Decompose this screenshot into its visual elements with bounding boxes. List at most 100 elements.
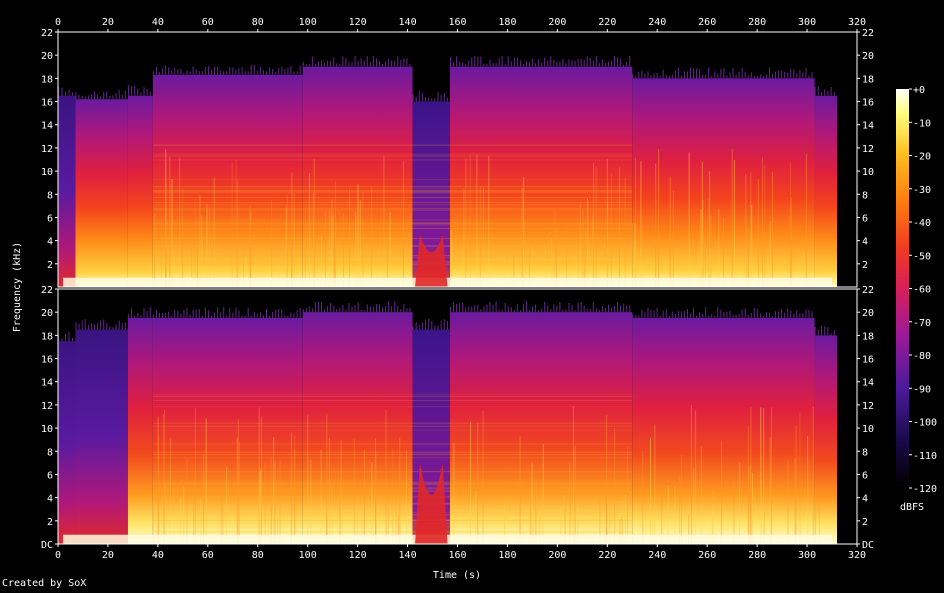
spectrum-edge-spike: [443, 319, 445, 330]
spectrum-edge-spike: [486, 304, 488, 313]
spectrum-edge-spike: [97, 323, 99, 330]
spectrogram-panel-bottom: [57, 288, 858, 545]
x-tick-label-top: 0: [55, 17, 61, 28]
spectrum-edge-spike: [556, 61, 558, 67]
spectrum-edge-spike: [415, 321, 417, 330]
spectrum-edge-spike: [471, 57, 473, 67]
spectrum-edge-spike: [796, 73, 798, 79]
spectrum-edge-spike: [195, 69, 197, 75]
spectrum-edge-spike: [650, 75, 652, 79]
spectrum-edge-spike: [204, 307, 206, 318]
spectrum-streak: [807, 435, 809, 544]
spectrum-edge-spike: [403, 304, 405, 313]
spectrum-harmonic: [152, 522, 633, 524]
spectrum-edge-spike: [400, 309, 402, 313]
spectrum-edge-spike: [440, 95, 442, 102]
spectrum-edge-spike: [632, 74, 634, 79]
spectrum-edge-spike: [686, 71, 688, 79]
spectrum-edge-spike: [339, 64, 341, 67]
spectrum-edge-spike: [674, 313, 676, 318]
spectrum-edge-spike: [635, 315, 637, 318]
spectrum-edge-spike: [302, 61, 304, 67]
spectrum-edge-spike: [382, 307, 384, 313]
spectrum-edge-spike: [808, 75, 810, 79]
x-tick-label-bottom: 200: [548, 550, 566, 561]
x-tick-label-bottom: 120: [349, 550, 367, 561]
spectrum-edge-spike: [571, 60, 573, 67]
spectrum-streak: [690, 405, 692, 544]
spectrum-edge-spike: [617, 56, 619, 67]
spectrum-harmonic: [152, 443, 633, 445]
spectrum-edge-spike: [501, 309, 503, 313]
spectrum-edge-spike: [174, 310, 176, 318]
spectrum-edge-spike: [708, 315, 710, 318]
spectrum-harmonic: [152, 531, 633, 533]
spectrum-edge-spike: [504, 302, 506, 313]
spectrum-edge-spike: [483, 63, 485, 67]
y-tick-label-right: 10: [862, 424, 874, 435]
spectrum-streak: [731, 148, 733, 287]
spectrum-edge-spike: [775, 71, 777, 79]
spectrum-streak: [237, 179, 239, 287]
spectrum-harmonic: [152, 190, 633, 192]
spectrum-edge-spike: [686, 309, 688, 318]
x-tick-label-bottom: 160: [448, 550, 466, 561]
spectrum-streak: [700, 208, 702, 287]
spectrum-edge-spike: [668, 315, 670, 318]
spectrum-streak: [769, 220, 771, 287]
colorbar-tick-label: -10: [913, 118, 931, 129]
spectrum-streak: [340, 440, 342, 544]
spectrum-streak: [469, 153, 471, 287]
x-tick-label-bottom: 280: [748, 550, 766, 561]
x-tick-label-top: 200: [548, 17, 566, 28]
y-tick-label-right: 18: [862, 331, 874, 342]
spectrum-edge-spike: [833, 329, 835, 336]
spectrum-edge-spike: [256, 313, 258, 318]
spectrum-harmonic: [152, 192, 633, 194]
x-tick-label-bottom: 80: [252, 550, 264, 561]
spectrum-edge-spike: [456, 303, 458, 313]
spectrum-edge-spike: [827, 327, 829, 336]
spectrum-edge-spike: [638, 71, 640, 79]
spectrum-edge-spike: [820, 92, 822, 96]
spectrum-edge-spike: [708, 67, 710, 79]
spectrum-edge-spike: [738, 313, 740, 318]
spectrum-streak: [631, 223, 633, 287]
spectrum-edge-spike: [762, 76, 764, 79]
colorbar-tick-label: -80: [913, 351, 931, 362]
y-tick-label-left: 18: [41, 331, 53, 342]
colorbar-tick-label: -110: [913, 451, 937, 462]
spectrum-edge-spike: [528, 309, 530, 313]
x-tick-label-top: 260: [698, 17, 716, 28]
spectrum-edge-spike: [808, 310, 810, 318]
spectrum-edge-spike: [507, 56, 509, 67]
spectrum-streak: [586, 198, 588, 287]
spectrum-edge-spike: [198, 70, 200, 75]
spectrum-edge-spike: [137, 312, 139, 318]
spectrum-edge-spike: [677, 67, 679, 79]
y-tick-label-left: DC: [41, 540, 53, 551]
spectrum-edge-spike: [171, 70, 173, 75]
y-tick-label-left: 8: [47, 190, 53, 201]
spectrum-edge-spike: [604, 62, 606, 67]
x-tick-label-bottom: 140: [399, 550, 417, 561]
spectrum-edge-spike: [480, 56, 482, 67]
y-tick-label-left: 18: [41, 74, 53, 85]
spectrum-edge-spike: [281, 66, 283, 75]
spectrum-segment: [58, 341, 76, 544]
spectrum-edge-spike: [480, 309, 482, 313]
y-tick-label-left: 4: [47, 237, 53, 248]
spectrum-edge-spike: [71, 92, 73, 96]
spectrum-edge-spike: [519, 309, 521, 313]
spectrum-edge-spike: [412, 326, 414, 330]
spectrum-streak: [718, 208, 720, 287]
spectrum-streak: [745, 174, 747, 287]
spectrum-edge-spike: [71, 337, 73, 342]
spectrum-edge-spike: [768, 312, 770, 318]
spectrum-edge-spike: [115, 93, 117, 100]
spectrum-edge-spike: [127, 85, 129, 96]
spectrum-edge-spike: [729, 72, 731, 79]
colorbar-gradient: [896, 89, 909, 488]
spectrum-harmonic: [152, 484, 633, 486]
spectrum-edge-spike: [650, 309, 652, 318]
